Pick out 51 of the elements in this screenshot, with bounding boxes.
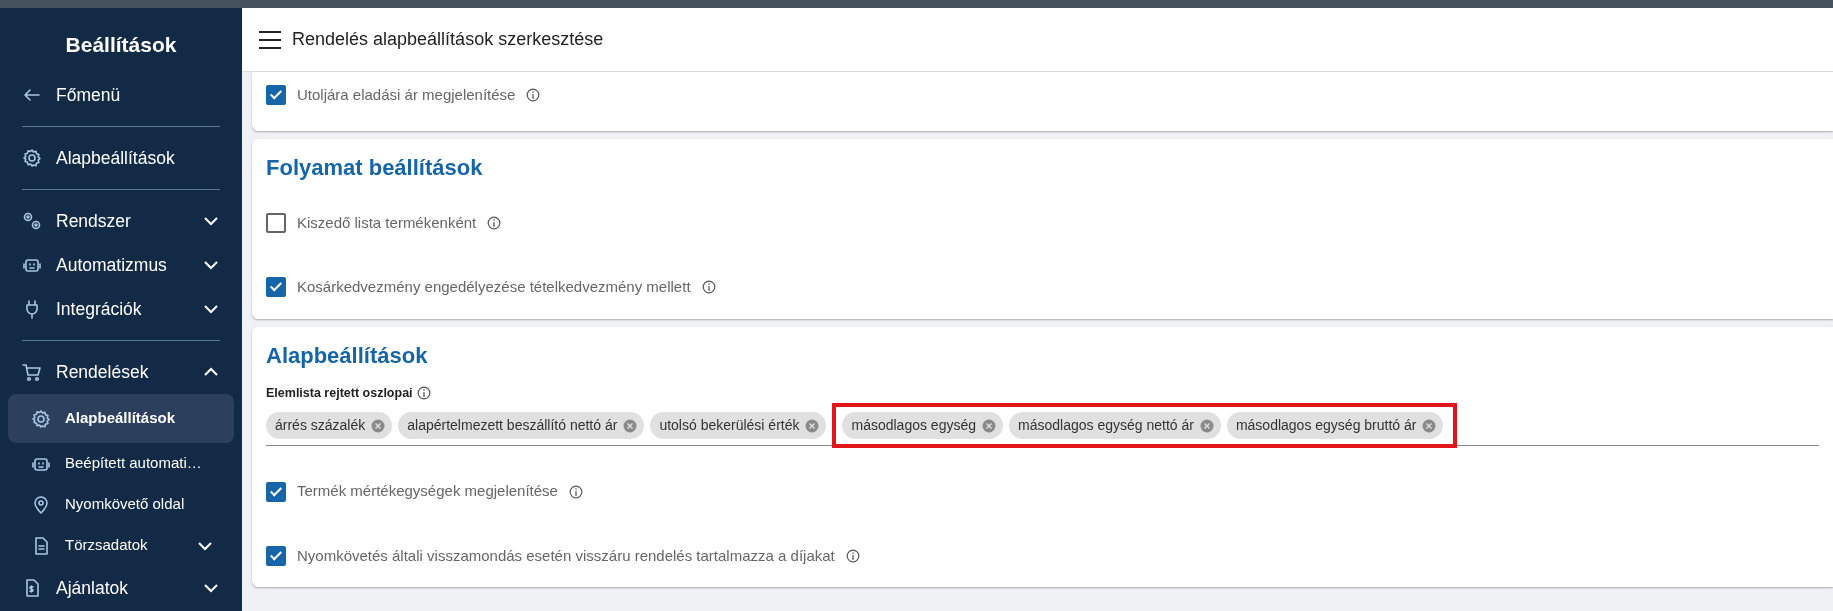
remove-icon[interactable] bbox=[623, 418, 638, 433]
tag-input-field[interactable]: árrés százalék alapértelmezett beszállító nettó ár utolsó bekerülési érték másodlagos egység másodlagos egység nettó ár másodlagos egység bruttó ár bbox=[266, 408, 1819, 447]
tag-chip: alapértelmezett beszállító nettó ár bbox=[398, 412, 645, 440]
info-icon[interactable] bbox=[568, 484, 583, 499]
section-title: Folyamat beállítások bbox=[266, 153, 483, 181]
tag-chip: utolsó bekerülési érték bbox=[650, 412, 827, 440]
option-label: Utoljára eladási ár megjelenítése bbox=[297, 85, 516, 105]
remove-icon[interactable] bbox=[1422, 418, 1437, 433]
sidebar-item[interactable]: Automatizmus bbox=[8, 243, 234, 288]
menu-icon[interactable] bbox=[258, 29, 282, 50]
info-icon[interactable] bbox=[526, 88, 541, 103]
sidebar-subitem[interactable]: Alapbeállítások bbox=[8, 394, 234, 444]
back-menu-item[interactable]: Főmenü bbox=[8, 73, 234, 118]
checkbox[interactable] bbox=[266, 546, 286, 566]
tag-chip: árrés százalék bbox=[266, 412, 393, 440]
sidebar-item[interactable]: Rendszer bbox=[8, 199, 234, 244]
sidebar-item[interactable]: Ajánlatok bbox=[8, 566, 234, 611]
checkbox[interactable] bbox=[266, 212, 286, 233]
checkbox[interactable] bbox=[266, 481, 286, 502]
tag-chip: másodlagos egység bbox=[842, 412, 1003, 440]
sidebar-item[interactable]: Alapbeállítások bbox=[8, 136, 234, 181]
sidebar-subitem[interactable]: Nyomkövető oldal bbox=[8, 484, 234, 526]
section-title: Alapbeállítások bbox=[266, 341, 428, 369]
field-label: Elemlista rejtett oszlopai bbox=[266, 384, 413, 402]
page-title: Rendelés alapbeállítások szerkesztése bbox=[292, 28, 604, 51]
info-icon[interactable] bbox=[487, 215, 502, 230]
gear-icon bbox=[22, 148, 42, 169]
tag-chip: másodlagos egység nettó ár bbox=[1009, 412, 1221, 440]
remove-icon[interactable] bbox=[371, 418, 386, 433]
sidebar-title: Beállítások bbox=[65, 32, 177, 58]
option-label: Nyomkövetés általi visszamondás esetén visszáru rendelés tartalmazza a díjakat bbox=[297, 545, 835, 566]
sidebar-subitem[interactable]: Törzsadatok bbox=[8, 525, 234, 567]
sidebar-item[interactable]: Integrációk bbox=[8, 287, 234, 332]
remove-icon[interactable] bbox=[982, 418, 996, 433]
tag-chip: másodlagos egység bruttó ár bbox=[1226, 412, 1444, 440]
cart-icon bbox=[22, 362, 42, 383]
gears-icon bbox=[22, 211, 42, 232]
option-label: Kosárkedvezmény engedélyezése tételkedvezmény mellett bbox=[297, 277, 691, 297]
gear-icon bbox=[31, 408, 51, 429]
remove-icon[interactable] bbox=[1199, 418, 1214, 433]
checkbox[interactable] bbox=[266, 277, 286, 298]
info-icon[interactable] bbox=[416, 385, 431, 400]
sidebar-subitem[interactable]: Beépített automati… bbox=[8, 443, 234, 485]
sidebar-item[interactable]: Rendelések bbox=[8, 350, 234, 395]
remove-icon[interactable] bbox=[805, 418, 820, 433]
option-label: Kiszedő lista termékenként bbox=[297, 212, 477, 233]
option-label: Termék mértékegységek megjelenítése bbox=[297, 481, 558, 502]
checkbox[interactable] bbox=[266, 85, 286, 106]
info-icon[interactable] bbox=[701, 280, 716, 295]
location-pin-icon bbox=[31, 494, 51, 515]
info-icon[interactable] bbox=[845, 549, 860, 563]
